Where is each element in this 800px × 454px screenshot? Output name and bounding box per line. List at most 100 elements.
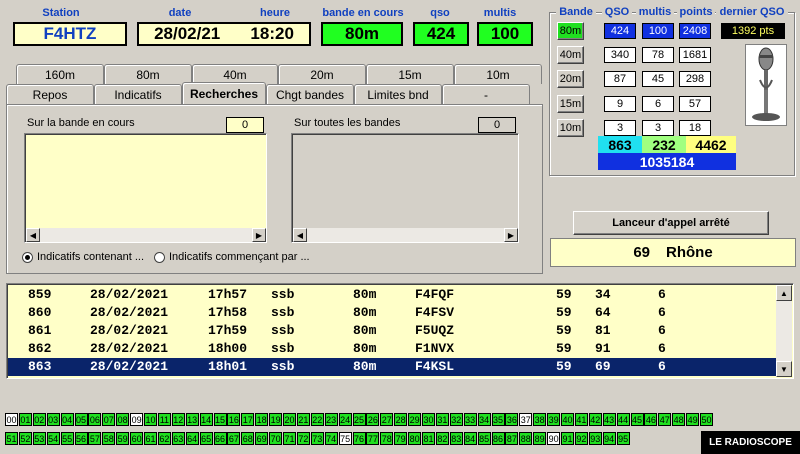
band-qso-10m: 3 [604,120,636,136]
band-button-10m[interactable]: 10m [557,119,584,137]
band-points-40m: 1681 [679,47,711,63]
department-cell: 01 [18,413,32,426]
tab-repos[interactable]: Repos [6,84,94,104]
band-button-15m[interactable]: 15m [557,95,584,113]
department-cell: 85 [477,432,491,445]
log-row[interactable]: 862 28/02/2021 18h00 ssb 80m F1NVX 59 91 6 [8,340,776,358]
department-cell: 19 [269,413,283,426]
all-bands-hscrollbar[interactable]: ◀ ▶ [293,228,518,242]
band-multis-15m: 6 [642,96,674,112]
log-cell-n: 860 [28,305,52,320]
log-row[interactable]: 863 28/02/2021 18h01 ssb 80m F4KSL 59 69 6 [8,358,776,376]
department-cell: 79 [394,432,408,445]
caller-button[interactable]: Lanceur d'appel arrêté [573,211,769,235]
log-cell-mode: ssb [271,323,295,338]
tab-band-10m[interactable]: 10m [454,64,542,84]
log-cell-mode: ssb [271,305,295,320]
department-cell: 43 [602,413,616,426]
department-cell: 74 [324,432,338,445]
radio-contenant[interactable]: Indicatifs contenant ... [22,251,144,263]
tab-indicatifs[interactable]: Indicatifs [94,84,182,104]
log-cell-time: 18h01 [208,359,248,374]
date-label: date [168,7,192,19]
scroll-right-icon[interactable]: ▶ [504,228,518,242]
department-cell: 00 [5,413,18,426]
log-cell-time: 17h59 [208,323,248,338]
department-cell: 37 [519,413,533,426]
department-cell: 14 [199,413,213,426]
department-cell: 27 [380,413,394,426]
tab-band-160m[interactable]: 160m [16,64,104,84]
tab-dash[interactable]: - [442,84,530,104]
department-cell: 83 [449,432,463,445]
scroll-left-icon[interactable]: ◀ [26,228,40,242]
tab-recherches[interactable]: Recherches [182,82,266,104]
tab-band-15m[interactable]: 15m [366,64,454,84]
scroll-up-icon[interactable]: ▲ [776,285,792,301]
department-cell: 22 [310,413,324,426]
department-cell: 67 [227,432,241,445]
all-bands-count: 0 [478,117,516,133]
log-cell-serial: 81 [595,323,611,338]
department-cell: 50 [700,413,713,426]
department-cell: 28 [394,413,408,426]
heure-label: heure [260,7,290,19]
tab-limites-bnd[interactable]: Limites bnd [354,84,442,104]
qso-label: qso [430,7,450,19]
department-cell: 51 [5,432,18,445]
date-time-value: 28/02/21 18:20 [137,22,311,46]
scroll-left-icon[interactable]: ◀ [293,228,307,242]
band-button-40m[interactable]: 40m [557,46,584,64]
log-cell-n: 862 [28,341,52,356]
band-qso-15m: 9 [604,96,636,112]
department-cell: 34 [477,413,491,426]
log-vscrollbar[interactable]: ▲ ▼ [776,285,792,377]
band-button-80m[interactable]: 80m [557,22,584,40]
department-cell: 20 [283,413,296,426]
log-cell-date: 28/02/2021 [90,287,169,302]
department-cell: 72 [296,432,310,445]
station-value: F4HTZ [13,22,127,46]
current-band-hscrollbar[interactable]: ◀ ▶ [26,228,266,242]
log-cell-serial: 69 [595,359,611,374]
radio-checked-icon[interactable] [22,251,33,263]
department-cell: 04 [60,413,74,426]
log-cell-x: 6 [658,341,666,356]
department-cell: 55 [60,432,74,445]
department-cell: 92 [574,432,588,445]
department-cell: 47 [658,413,672,426]
log-cell-band: 80m [353,305,377,320]
brand-logo: LE RADIOSCOPE [701,431,800,454]
band-button-20m[interactable]: 20m [557,70,584,88]
band-points-80m: 2408 [679,23,711,39]
department-cell: 07 [102,413,116,426]
department-cell: 16 [227,413,241,426]
tab-band-80m[interactable]: 80m [104,64,192,84]
log-row[interactable]: 859 28/02/2021 17h57 ssb 80m F4FQF 59 34 6 [8,286,776,304]
department-cell: 30 [422,413,435,426]
tab-band-40m[interactable]: 40m [192,64,278,84]
bande-value: 80m [321,22,403,46]
department-cell: 59 [116,432,130,445]
scroll-right-icon[interactable]: ▶ [252,228,266,242]
log-row[interactable]: 860 28/02/2021 17h58 ssb 80m F4FSV 59 64 6 [8,304,776,322]
scroll-down-icon[interactable]: ▼ [776,361,792,377]
tab-chgt-bandes[interactable]: Chgt bandes [266,84,354,104]
band-qso-20m: 87 [604,71,636,87]
department-cell: 70 [269,432,283,445]
current-band-count: 0 [226,117,264,133]
department-cell: 36 [505,413,519,426]
department-cell: 12 [171,413,185,426]
log-cell-call: F4FSV [415,305,455,320]
col-qso-label: QSO [602,6,632,18]
all-bands-list[interactable] [291,133,519,243]
log-cell-serial: 34 [595,287,611,302]
department-cell: 21 [296,413,310,426]
tab-band-20m[interactable]: 20m [278,64,366,84]
heure-value: 18:20 [250,24,294,43]
radio-unchecked-icon[interactable] [154,251,165,263]
department-cell: 73 [310,432,324,445]
current-band-list[interactable] [24,133,267,243]
radio-commencant[interactable]: Indicatifs commençant par ... [154,251,310,263]
log-row[interactable]: 861 28/02/2021 17h59 ssb 80m F5UQZ 59 81 6 [8,322,776,340]
